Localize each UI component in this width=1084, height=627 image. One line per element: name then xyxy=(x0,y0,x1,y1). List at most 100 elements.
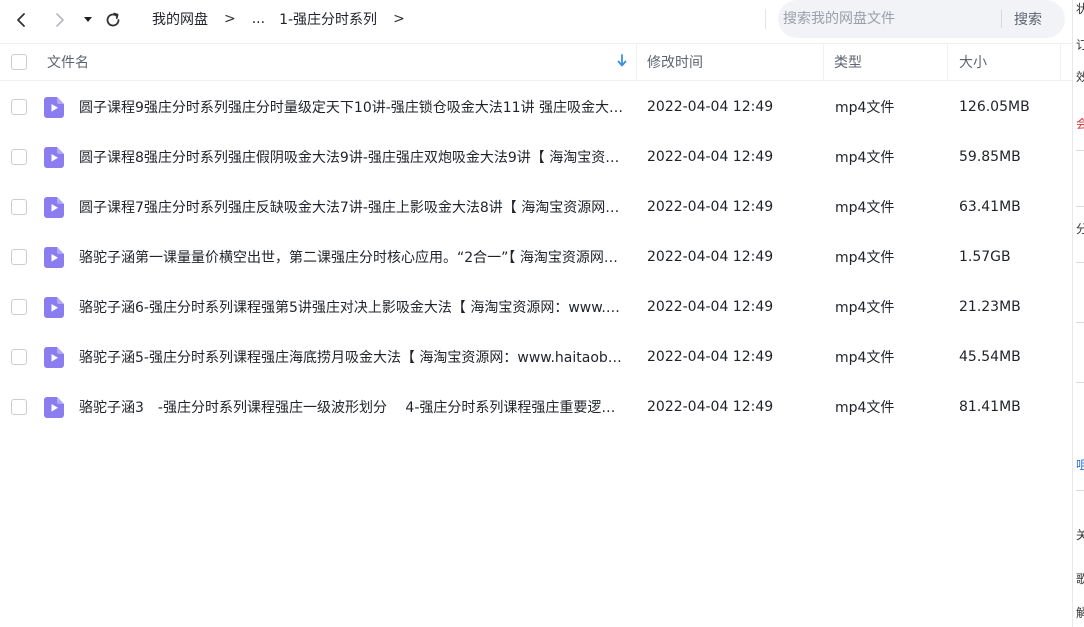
search-divider xyxy=(1001,10,1002,28)
video-file-icon xyxy=(44,397,64,418)
edge-glyph: 分 xyxy=(1076,222,1084,236)
file-size: 81.41MB xyxy=(959,399,1021,415)
search-button[interactable]: 搜索 xyxy=(1014,9,1042,29)
edge-divider xyxy=(1076,490,1084,491)
toolbar: 我的网盘 > ... 1-强庄分时系列 > 搜索 xyxy=(0,0,1072,42)
row-checkbox[interactable] xyxy=(11,399,27,415)
breadcrumb-root[interactable]: 我的网盘 xyxy=(152,9,208,29)
header-type[interactable]: 类型 xyxy=(834,44,862,80)
file-size: 63.41MB xyxy=(959,199,1021,215)
table-row[interactable]: 骆驼子涵3 -强庄分时系列课程强庄一级波形划分 4-强庄分时系列课程强庄重要逻辑… xyxy=(0,382,1072,432)
table-row[interactable]: 骆驼子涵5-强庄分时系列课程强庄海底捞月吸金大法【 海淘宝资源网：www.hai… xyxy=(0,332,1072,382)
toolbar-divider xyxy=(765,9,766,29)
file-size: 1.57GB xyxy=(959,249,1011,265)
header-modified[interactable]: 修改时间 xyxy=(647,44,703,80)
file-type: mp4文件 xyxy=(835,200,895,216)
edge-glyph: 解 xyxy=(1076,606,1084,620)
file-name[interactable]: 圆子课程9强庄分时系列强庄分时量级定天下10讲-强庄锁仓吸金大法11讲 强庄吸金… xyxy=(79,82,627,132)
file-name[interactable]: 骆驼子涵第一课量量价横空出世，第二课强庄分时核心应用。“2合一”【 海淘宝资源网… xyxy=(79,232,627,282)
file-name-text: 骆驼子涵第一课量量价横空出世，第二课强庄分时核心应用。“2合一”【 海淘宝资源网… xyxy=(79,250,627,266)
edge-divider xyxy=(1076,206,1084,207)
file-type: mp4文件 xyxy=(835,100,895,116)
file-size: 21.23MB xyxy=(959,299,1021,315)
table-row[interactable]: 骆驼子涵第一课量量价横空出世，第二课强庄分时核心应用。“2合一”【 海淘宝资源网… xyxy=(0,232,1072,282)
edge-divider xyxy=(1076,262,1084,263)
video-file-icon xyxy=(44,97,64,118)
file-name-text: 圆子课程9强庄分时系列强庄分时量级定天下10讲-强庄锁仓吸金大法11讲 强庄吸金… xyxy=(79,100,627,116)
file-type: mp4文件 xyxy=(835,150,895,166)
file-size: 59.85MB xyxy=(959,149,1021,165)
edge-glyph: 咀 xyxy=(1076,458,1084,472)
dropdown-triangle-icon xyxy=(84,17,92,22)
breadcrumb-separator: > xyxy=(224,11,236,27)
edge-glyph: 歌 xyxy=(1076,572,1084,586)
file-size: 126.05MB xyxy=(959,99,1030,115)
edge-glyph: 会 xyxy=(1076,117,1084,131)
adjacent-window-edge: 状 订 效 会 分 咀 关 歌 解 xyxy=(1072,0,1084,627)
forward-button[interactable] xyxy=(47,8,73,32)
file-type: mp4文件 xyxy=(835,300,895,316)
file-modified: 2022-04-04 12:49 xyxy=(647,99,774,115)
edge-glyph: 状 xyxy=(1076,2,1084,16)
header-column-divider[interactable] xyxy=(636,44,637,80)
file-name[interactable]: 圆子课程7强庄分时系列强庄反缺吸金大法7讲-强庄上影吸金大法8讲【 海淘宝资源网… xyxy=(79,182,627,232)
table-row[interactable]: 骆驼子涵6-强庄分时系列课程强第5讲强庄对决上影吸金大法【 海淘宝资源网：www… xyxy=(0,282,1072,332)
back-button[interactable] xyxy=(8,8,34,32)
edge-divider xyxy=(1076,150,1084,151)
file-name[interactable]: 骆驼子涵3 -强庄分时系列课程强庄一级波形划分 4-强庄分时系列课程强庄重要逻辑… xyxy=(79,382,627,432)
header-type-label: 类型 xyxy=(834,55,862,71)
sort-down-arrow-icon[interactable] xyxy=(616,54,628,68)
breadcrumb: 我的网盘 > ... 1-强庄分时系列 > xyxy=(152,0,421,38)
file-name-text: 骆驼子涵3 -强庄分时系列课程强庄一级波形划分 4-强庄分时系列课程强庄重要逻辑… xyxy=(79,400,627,416)
header-column-divider[interactable] xyxy=(1060,44,1061,80)
search-input[interactable] xyxy=(778,1,998,37)
edge-glyph: 订 xyxy=(1076,38,1084,52)
file-name-text: 圆子课程7强庄分时系列强庄反缺吸金大法7讲-强庄上影吸金大法8讲【 海淘宝资源网… xyxy=(79,200,627,216)
chevron-right-icon xyxy=(56,13,64,27)
file-modified: 2022-04-04 12:49 xyxy=(647,149,774,165)
header-size[interactable]: 大小 xyxy=(959,44,987,80)
breadcrumb-current[interactable]: 1-强庄分时系列 xyxy=(279,9,377,29)
refresh-button[interactable] xyxy=(100,8,126,32)
search-box: 搜索 xyxy=(778,0,1065,38)
breadcrumb-ellipsis[interactable]: ... xyxy=(252,11,265,27)
chevron-left-icon xyxy=(17,13,25,27)
history-dropdown-button[interactable] xyxy=(76,8,100,32)
edge-glyph: 效 xyxy=(1076,70,1084,84)
row-checkbox[interactable] xyxy=(11,149,27,165)
row-checkbox[interactable] xyxy=(11,299,27,315)
file-name-text: 骆驼子涵6-强庄分时系列课程强第5讲强庄对决上影吸金大法【 海淘宝资源网：www… xyxy=(79,300,627,316)
file-name[interactable]: 骆驼子涵5-强庄分时系列课程强庄海底捞月吸金大法【 海淘宝资源网：www.hai… xyxy=(79,332,627,382)
video-file-icon xyxy=(44,197,64,218)
select-all-checkbox[interactable] xyxy=(11,54,27,70)
file-type: mp4文件 xyxy=(835,350,895,366)
row-checkbox[interactable] xyxy=(11,99,27,115)
video-file-icon xyxy=(44,247,64,268)
header-name[interactable]: 文件名 xyxy=(47,44,89,80)
header-name-label: 文件名 xyxy=(47,55,89,71)
breadcrumb-separator-end: > xyxy=(393,11,405,27)
file-modified: 2022-04-04 12:49 xyxy=(647,249,774,265)
header-column-divider[interactable] xyxy=(947,44,948,80)
edge-divider xyxy=(1076,322,1084,323)
file-type: mp4文件 xyxy=(835,250,895,266)
table-row[interactable]: 圆子课程9强庄分时系列强庄分时量级定天下10讲-强庄锁仓吸金大法11讲 强庄吸金… xyxy=(0,82,1072,132)
file-name[interactable]: 骆驼子涵6-强庄分时系列课程强第5讲强庄对决上影吸金大法【 海淘宝资源网：www… xyxy=(79,282,627,332)
row-checkbox[interactable] xyxy=(11,349,27,365)
table-row[interactable]: 圆子课程8强庄分时系列强庄假阴吸金大法9讲-强庄强庄双炮吸金大法9讲【 海淘宝资… xyxy=(0,132,1072,182)
table-row[interactable]: 圆子课程7强庄分时系列强庄反缺吸金大法7讲-强庄上影吸金大法8讲【 海淘宝资源网… xyxy=(0,182,1072,232)
file-modified: 2022-04-04 12:49 xyxy=(647,399,774,415)
row-checkbox[interactable] xyxy=(11,249,27,265)
header-column-divider[interactable] xyxy=(823,44,824,80)
table-header: 文件名 修改时间 类型 大小 xyxy=(0,43,1072,81)
video-file-icon xyxy=(44,147,64,168)
file-name-text: 骆驼子涵5-强庄分时系列课程强庄海底捞月吸金大法【 海淘宝资源网：www.hai… xyxy=(79,350,627,366)
select-all-cell xyxy=(11,44,27,80)
file-type: mp4文件 xyxy=(835,400,895,416)
file-size: 45.54MB xyxy=(959,349,1021,365)
file-name[interactable]: 圆子课程8强庄分时系列强庄假阴吸金大法9讲-强庄强庄双炮吸金大法9讲【 海淘宝资… xyxy=(79,132,627,182)
edge-glyph: 关 xyxy=(1076,528,1084,542)
row-checkbox[interactable] xyxy=(11,199,27,215)
file-modified: 2022-04-04 12:49 xyxy=(647,199,774,215)
refresh-icon xyxy=(106,12,120,27)
